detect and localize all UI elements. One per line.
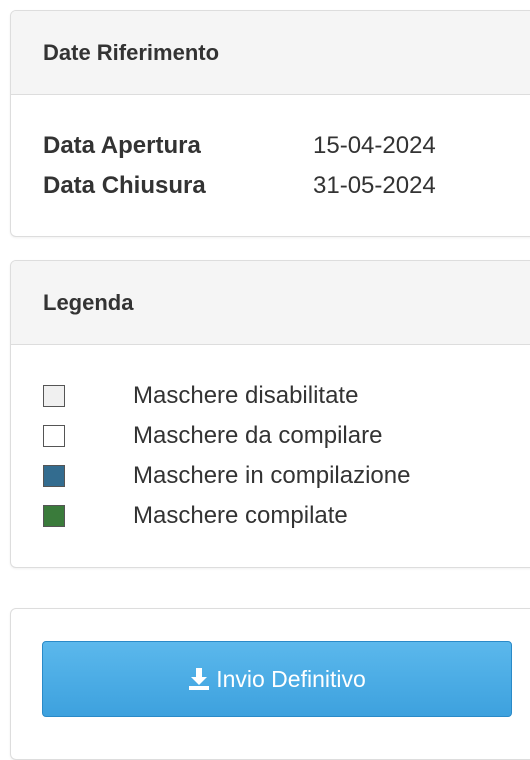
legend-item: Maschere da compilare (43, 421, 382, 451)
closing-date-value: 31-05-2024 (313, 172, 436, 199)
opening-date-value: 15-04-2024 (313, 132, 436, 159)
legend-item: Maschere compilate (43, 501, 348, 531)
reference-dates-panel: Date Riferimento Data Apertura 15-04-2024… (10, 10, 530, 237)
legend-item: Maschere in compilazione (43, 461, 410, 491)
legend-title: Legenda (11, 261, 530, 345)
reference-dates-title: Date Riferimento (11, 11, 530, 95)
legend-swatch-in-progress (43, 465, 65, 487)
legend-label: Maschere da compilare (133, 422, 383, 449)
legend-swatch-to-fill (43, 425, 65, 447)
closing-date-row: Data Chiusura 31-05-2024 (43, 171, 436, 201)
action-panel: Invio Definitivo (10, 608, 530, 760)
legend-swatch-disabled (43, 385, 65, 407)
closing-date-label: Data Chiusura (43, 172, 206, 199)
legend-label: Maschere in compilazione (133, 462, 411, 489)
download-icon (189, 668, 210, 690)
final-submit-label: Invio Definitivo (216, 665, 366, 692)
legend-panel: Legenda Maschere disabilitate Maschere d… (10, 260, 530, 568)
final-submit-button[interactable]: Invio Definitivo (42, 641, 512, 717)
opening-date-row: Data Apertura 15-04-2024 (43, 131, 436, 161)
legend-label: Maschere compilate (133, 502, 348, 529)
legend-swatch-completed (43, 505, 65, 527)
opening-date-label: Data Apertura (43, 132, 201, 159)
legend-item: Maschere disabilitate (43, 381, 358, 411)
legend-label: Maschere disabilitate (133, 382, 359, 409)
